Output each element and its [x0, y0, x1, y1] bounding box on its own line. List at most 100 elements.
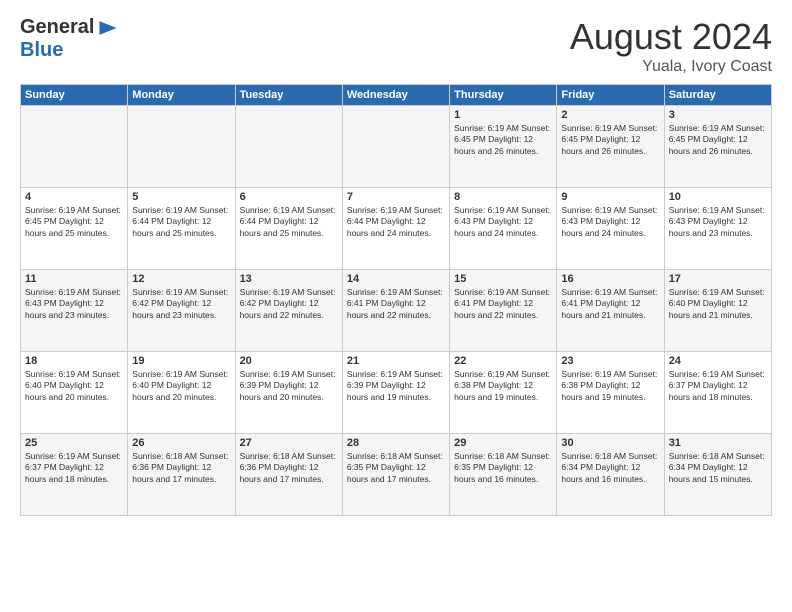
calendar-cell-1-0: 4 Sunrise: 6:19 AM Sunset: 6:45 PM Daylig… — [21, 188, 128, 270]
calendar-cell-3-6: 24Sunrise: 6:19 AM Sunset: 6:37 PM Dayli… — [664, 352, 771, 434]
day-number: 15 — [454, 273, 552, 285]
day-info: Sunrise: 6:19 AM Sunset: 6:42 PM Dayligh… — [132, 287, 230, 321]
day-number: 29 — [454, 437, 552, 449]
subtitle: Yuala, Ivory Coast — [570, 58, 772, 76]
day-info: Sunrise: 6:19 AM Sunset: 6:45 PM Dayligh… — [25, 205, 123, 239]
day-info: Sunrise: 6:19 AM Sunset: 6:38 PM Dayligh… — [454, 369, 552, 403]
day-number: 23 — [561, 355, 659, 367]
day-number: 1 — [454, 109, 552, 121]
month-title: August 2024 — [570, 16, 772, 58]
day-info: Sunrise: 6:19 AM Sunset: 6:43 PM Dayligh… — [561, 205, 659, 239]
calendar-cell-2-0: 11 Sunrise: 6:19 AM Sunset: 6:43 PM Dayli… — [21, 270, 128, 352]
calendar-cell-1-6: 10 Sunrise: 6:19 AM Sunset: 6:43 PM Dayli… — [664, 188, 771, 270]
day-number: 17 — [669, 273, 767, 285]
calendar-cell-3-1: 19 Sunrise: 6:19 AM Sunset: 6:40 PM Dayli… — [128, 352, 235, 434]
day-info: Sunrise: 6:18 AM Sunset: 6:35 PM Dayligh… — [454, 451, 552, 485]
day-number: 21 — [347, 355, 445, 367]
calendar-cell-1-5: 9 Sunrise: 6:19 AM Sunset: 6:43 PM Daylig… — [557, 188, 664, 270]
header-wednesday: Wednesday — [342, 85, 449, 106]
day-info: Sunrise: 6:18 AM Sunset: 6:35 PM Dayligh… — [347, 451, 445, 485]
calendar-week-3: 18 Sunrise: 6:19 AM Sunset: 6:40 PM Dayli… — [21, 352, 772, 434]
calendar-cell-2-2: 13 Sunrise: 6:19 AM Sunset: 6:42 PM Dayli… — [235, 270, 342, 352]
day-number: 7 — [347, 191, 445, 203]
calendar-header: Sunday Monday Tuesday Wednesday Thursday… — [21, 85, 772, 106]
calendar-cell-4-1: 26Sunrise: 6:18 AM Sunset: 6:36 PM Dayli… — [128, 434, 235, 516]
day-info: Sunrise: 6:19 AM Sunset: 6:43 PM Dayligh… — [25, 287, 123, 321]
logo-blue-text: Blue — [20, 39, 120, 62]
day-info: Sunrise: 6:19 AM Sunset: 6:37 PM Dayligh… — [25, 451, 123, 485]
calendar-cell-4-6: 31Sunrise: 6:18 AM Sunset: 6:34 PM Dayli… — [664, 434, 771, 516]
day-info: Sunrise: 6:19 AM Sunset: 6:39 PM Dayligh… — [240, 369, 338, 403]
day-info: Sunrise: 6:19 AM Sunset: 6:45 PM Dayligh… — [669, 123, 767, 157]
header-tuesday: Tuesday — [235, 85, 342, 106]
day-number: 26 — [132, 437, 230, 449]
title-section: August 2024 Yuala, Ivory Coast — [570, 16, 772, 76]
day-number: 6 — [240, 191, 338, 203]
day-info: Sunrise: 6:19 AM Sunset: 6:43 PM Dayligh… — [454, 205, 552, 239]
day-info: Sunrise: 6:18 AM Sunset: 6:36 PM Dayligh… — [240, 451, 338, 485]
calendar-cell-3-2: 20 Sunrise: 6:19 AM Sunset: 6:39 PM Dayli… — [235, 352, 342, 434]
day-info: Sunrise: 6:19 AM Sunset: 6:42 PM Dayligh… — [240, 287, 338, 321]
calendar-cell-0-6: 3 Sunrise: 6:19 AM Sunset: 6:45 PM Daylig… — [664, 106, 771, 188]
day-number: 18 — [25, 355, 123, 367]
day-number: 27 — [240, 437, 338, 449]
logo-general: General — [20, 16, 94, 39]
logo-blue-label: Blue — [20, 39, 63, 61]
calendar-table: Sunday Monday Tuesday Wednesday Thursday… — [20, 84, 772, 516]
day-info: Sunrise: 6:19 AM Sunset: 6:41 PM Dayligh… — [347, 287, 445, 321]
day-info: Sunrise: 6:19 AM Sunset: 6:43 PM Dayligh… — [669, 205, 767, 239]
day-number: 13 — [240, 273, 338, 285]
header-monday: Monday — [128, 85, 235, 106]
day-info: Sunrise: 6:19 AM Sunset: 6:39 PM Dayligh… — [347, 369, 445, 403]
page: General Blue August 2024 Yuala, Ivory Co… — [0, 0, 792, 612]
header-saturday: Saturday — [664, 85, 771, 106]
day-number: 12 — [132, 273, 230, 285]
header-thursday: Thursday — [450, 85, 557, 106]
calendar-cell-1-4: 8 Sunrise: 6:19 AM Sunset: 6:43 PM Daylig… — [450, 188, 557, 270]
calendar-week-4: 25 Sunrise: 6:19 AM Sunset: 6:37 PM Dayli… — [21, 434, 772, 516]
day-number: 8 — [454, 191, 552, 203]
day-number: 3 — [669, 109, 767, 121]
header-sunday: Sunday — [21, 85, 128, 106]
day-number: 25 — [25, 437, 123, 449]
calendar-cell-1-2: 6 Sunrise: 6:19 AM Sunset: 6:44 PM Daylig… — [235, 188, 342, 270]
calendar-week-1: 4 Sunrise: 6:19 AM Sunset: 6:45 PM Daylig… — [21, 188, 772, 270]
calendar-cell-3-0: 18 Sunrise: 6:19 AM Sunset: 6:40 PM Dayli… — [21, 352, 128, 434]
day-number: 24 — [669, 355, 767, 367]
day-info: Sunrise: 6:19 AM Sunset: 6:45 PM Dayligh… — [454, 123, 552, 157]
calendar-cell-3-5: 23 Sunrise: 6:19 AM Sunset: 6:38 PM Dayli… — [557, 352, 664, 434]
day-info: Sunrise: 6:19 AM Sunset: 6:38 PM Dayligh… — [561, 369, 659, 403]
day-info: Sunrise: 6:19 AM Sunset: 6:44 PM Dayligh… — [240, 205, 338, 239]
calendar-cell-2-6: 17Sunrise: 6:19 AM Sunset: 6:40 PM Dayli… — [664, 270, 771, 352]
calendar-body: 1 Sunrise: 6:19 AM Sunset: 6:45 PM Daylig… — [21, 106, 772, 516]
day-info: Sunrise: 6:19 AM Sunset: 6:41 PM Dayligh… — [561, 287, 659, 321]
day-number: 5 — [132, 191, 230, 203]
day-number: 30 — [561, 437, 659, 449]
calendar-cell-4-5: 30Sunrise: 6:18 AM Sunset: 6:34 PM Dayli… — [557, 434, 664, 516]
logo: General Blue — [20, 16, 120, 62]
day-number: 9 — [561, 191, 659, 203]
day-info: Sunrise: 6:19 AM Sunset: 6:40 PM Dayligh… — [132, 369, 230, 403]
day-info: Sunrise: 6:19 AM Sunset: 6:44 PM Dayligh… — [132, 205, 230, 239]
day-info: Sunrise: 6:19 AM Sunset: 6:45 PM Dayligh… — [561, 123, 659, 157]
day-number: 11 — [25, 273, 123, 285]
day-info: Sunrise: 6:19 AM Sunset: 6:40 PM Dayligh… — [25, 369, 123, 403]
header: General Blue August 2024 Yuala, Ivory Co… — [20, 16, 772, 76]
day-number: 10 — [669, 191, 767, 203]
calendar-cell-4-0: 25 Sunrise: 6:19 AM Sunset: 6:37 PM Dayli… — [21, 434, 128, 516]
calendar-cell-0-3 — [342, 106, 449, 188]
day-number: 20 — [240, 355, 338, 367]
day-number: 16 — [561, 273, 659, 285]
calendar-cell-4-2: 27 Sunrise: 6:18 AM Sunset: 6:36 PM Dayli… — [235, 434, 342, 516]
day-number: 4 — [25, 191, 123, 203]
day-info: Sunrise: 6:19 AM Sunset: 6:44 PM Dayligh… — [347, 205, 445, 239]
calendar-cell-1-1: 5 Sunrise: 6:19 AM Sunset: 6:44 PM Daylig… — [128, 188, 235, 270]
logo-flag-icon — [96, 19, 120, 37]
calendar-cell-0-1 — [128, 106, 235, 188]
header-row: Sunday Monday Tuesday Wednesday Thursday… — [21, 85, 772, 106]
calendar-cell-4-3: 28Sunrise: 6:18 AM Sunset: 6:35 PM Dayli… — [342, 434, 449, 516]
calendar-cell-3-3: 21 Sunrise: 6:19 AM Sunset: 6:39 PM Dayli… — [342, 352, 449, 434]
day-number: 19 — [132, 355, 230, 367]
logo-text: General — [20, 16, 120, 39]
calendar-cell-0-4: 1 Sunrise: 6:19 AM Sunset: 6:45 PM Daylig… — [450, 106, 557, 188]
